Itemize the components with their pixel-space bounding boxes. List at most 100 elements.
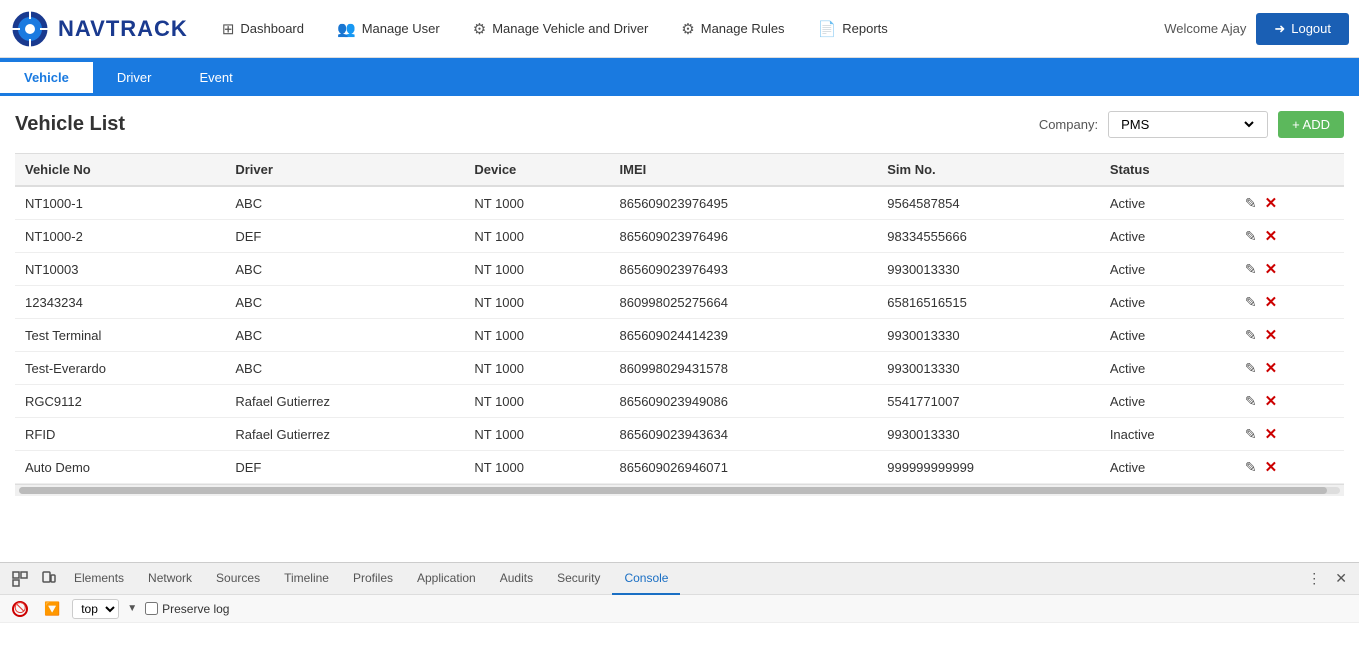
cell-status: Active: [1100, 385, 1235, 418]
devtools-tab-elements[interactable]: Elements: [62, 563, 136, 595]
edit-icon[interactable]: ✎: [1245, 195, 1257, 212]
cell-device: NT 1000: [464, 451, 609, 484]
delete-icon[interactable]: ✕: [1265, 326, 1278, 344]
cell-vehicle-no: Test-Everardo: [15, 352, 225, 385]
vehicle-table-body: NT1000-1 ABC NT 1000 865609023976495 956…: [15, 186, 1344, 484]
cell-device: NT 1000: [464, 286, 609, 319]
delete-icon[interactable]: ✕: [1265, 359, 1278, 377]
table-row: Test-Everardo ABC NT 1000 86099802943157…: [15, 352, 1344, 385]
cell-imei: 865609023976493: [610, 253, 878, 286]
nav-dashboard[interactable]: ⊞ Dashboard: [208, 14, 318, 44]
logo-text: NAVTRACK: [58, 16, 188, 42]
devtools-filter-icon[interactable]: 🔽: [40, 599, 64, 619]
edit-icon[interactable]: ✎: [1245, 426, 1257, 443]
nav-reports[interactable]: 📄 Reports: [804, 14, 902, 44]
delete-icon[interactable]: ✕: [1265, 227, 1278, 245]
edit-icon[interactable]: ✎: [1245, 327, 1257, 344]
company-label: Company:: [1039, 117, 1098, 132]
cell-sim: 9930013330: [877, 352, 1100, 385]
devtools-tab-profiles[interactable]: Profiles: [341, 563, 405, 595]
cell-vehicle-no: NT1000-1: [15, 186, 225, 220]
delete-icon[interactable]: ✕: [1265, 293, 1278, 311]
nav-manage-rules[interactable]: ⚙ Manage Rules: [667, 14, 798, 44]
devtools-panel: Elements Network Sources Timeline Profil…: [0, 562, 1359, 651]
devtools-no-entry-icon[interactable]: 🚫: [8, 599, 32, 619]
tab-bar: Vehicle Driver Event: [0, 58, 1359, 96]
cell-vehicle-no: Auto Demo: [15, 451, 225, 484]
preserve-log-checkbox[interactable]: [145, 602, 158, 615]
table-row: 12343234 ABC NT 1000 860998025275664 658…: [15, 286, 1344, 319]
cell-actions: ✎ ✕: [1235, 220, 1344, 253]
edit-icon[interactable]: ✎: [1245, 228, 1257, 245]
delete-icon[interactable]: ✕: [1265, 260, 1278, 278]
cell-driver: Rafael Gutierrez: [225, 418, 464, 451]
cell-vehicle-no: NT10003: [15, 253, 225, 286]
cell-sim: 999999999999: [877, 451, 1100, 484]
nav-right: Welcome Ajay ➜ Logout: [1164, 13, 1349, 45]
cell-device: NT 1000: [464, 418, 609, 451]
edit-icon[interactable]: ✎: [1245, 360, 1257, 377]
devtools-tab-timeline[interactable]: Timeline: [272, 563, 341, 595]
cell-status: Active: [1100, 451, 1235, 484]
tab-vehicle[interactable]: Vehicle: [0, 62, 93, 93]
cell-sim: 9564587854: [877, 186, 1100, 220]
edit-icon[interactable]: ✎: [1245, 294, 1257, 311]
delete-icon[interactable]: ✕: [1265, 458, 1278, 476]
cell-device: NT 1000: [464, 385, 609, 418]
table-row: Test Terminal ABC NT 1000 86560902441423…: [15, 319, 1344, 352]
cell-status: Active: [1100, 186, 1235, 220]
nav-manage-user[interactable]: 👥 Manage User: [323, 14, 454, 44]
company-select[interactable]: PMS: [1117, 116, 1257, 133]
scrollbar-track: [19, 487, 1340, 494]
edit-icon[interactable]: ✎: [1245, 261, 1257, 278]
devtools-tab-application[interactable]: Application: [405, 563, 488, 595]
devtools-tab-audits[interactable]: Audits: [488, 563, 545, 595]
company-select-area: Company: PMS + ADD: [1039, 111, 1344, 138]
logo-area: NAVTRACK: [10, 9, 188, 49]
cell-imei: 865609023976495: [610, 186, 878, 220]
delete-icon[interactable]: ✕: [1265, 392, 1278, 410]
devtools-tab-security[interactable]: Security: [545, 563, 612, 595]
devtools-console-area: [0, 623, 1359, 651]
cell-device: NT 1000: [464, 186, 609, 220]
col-status: Status: [1100, 154, 1235, 187]
cell-vehicle-no: Test Terminal: [15, 319, 225, 352]
table-row: NT1000-1 ABC NT 1000 865609023976495 956…: [15, 186, 1344, 220]
delete-icon[interactable]: ✕: [1265, 425, 1278, 443]
tab-driver[interactable]: Driver: [93, 62, 176, 93]
delete-icon[interactable]: ✕: [1265, 194, 1278, 212]
cell-status: Active: [1100, 253, 1235, 286]
tab-event[interactable]: Event: [175, 62, 256, 93]
cell-sim: 9930013330: [877, 418, 1100, 451]
add-vehicle-button[interactable]: + ADD: [1278, 111, 1344, 138]
cell-imei: 860998029431578: [610, 352, 878, 385]
vehicle-table-scroll[interactable]: Vehicle No Driver Device IMEI Sim No. St…: [15, 153, 1344, 484]
table-row: NT1000-2 DEF NT 1000 865609023976496 983…: [15, 220, 1344, 253]
nav-manage-vehicle[interactable]: ⚙ Manage Vehicle and Driver: [459, 14, 663, 44]
devtools-frame-select[interactable]: top: [72, 599, 119, 619]
devtools-more-icon[interactable]: ⋮: [1301, 566, 1327, 591]
scrollbar-thumb: [19, 487, 1327, 494]
cell-driver: ABC: [225, 352, 464, 385]
table-row: RGC9112 Rafael Gutierrez NT 1000 8656090…: [15, 385, 1344, 418]
edit-icon[interactable]: ✎: [1245, 459, 1257, 476]
devtools-tab-console[interactable]: Console: [612, 563, 680, 595]
cell-status: Active: [1100, 319, 1235, 352]
cell-vehicle-no: 12343234: [15, 286, 225, 319]
company-select-wrapper: PMS: [1108, 111, 1268, 138]
devtools-inspect-icon[interactable]: [6, 567, 34, 591]
horizontal-scrollbar[interactable]: [15, 484, 1344, 496]
cell-status: Active: [1100, 286, 1235, 319]
devtools-tab-network[interactable]: Network: [136, 563, 204, 595]
devtools-close-icon[interactable]: ✕: [1329, 566, 1353, 591]
devtools-tab-sources[interactable]: Sources: [204, 563, 272, 595]
nav-links: ⊞ Dashboard 👥 Manage User ⚙ Manage Vehic…: [208, 14, 1164, 44]
cell-actions: ✎ ✕: [1235, 286, 1344, 319]
edit-icon[interactable]: ✎: [1245, 393, 1257, 410]
cell-device: NT 1000: [464, 220, 609, 253]
col-driver: Driver: [225, 154, 464, 187]
logout-button[interactable]: ➜ Logout: [1256, 13, 1349, 45]
devtools-device-icon[interactable]: [34, 567, 62, 591]
table-row: NT10003 ABC NT 1000 865609023976493 9930…: [15, 253, 1344, 286]
cell-device: NT 1000: [464, 253, 609, 286]
